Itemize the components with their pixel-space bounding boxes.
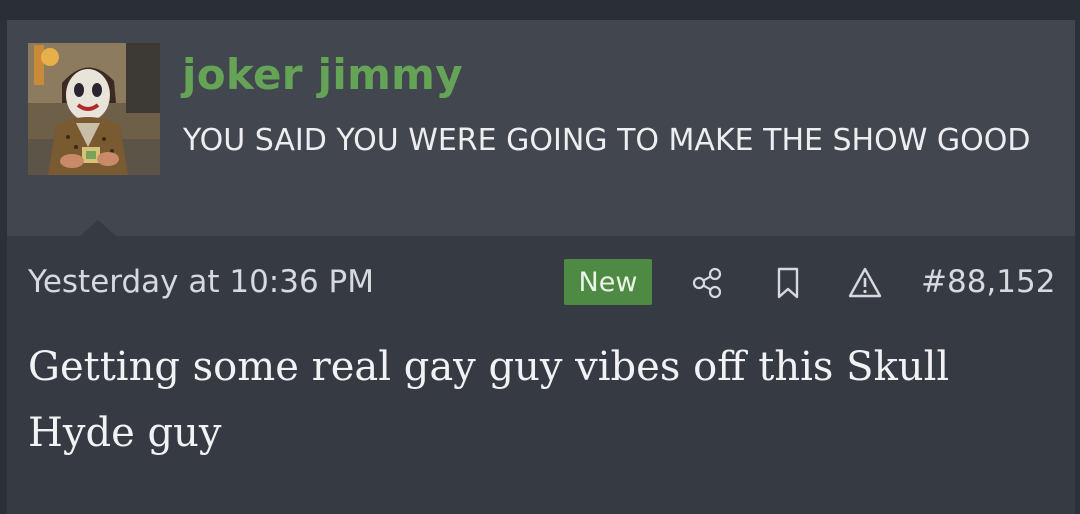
avatar[interactable] xyxy=(28,43,160,175)
top-strip xyxy=(0,0,1080,20)
new-badge: New xyxy=(564,259,652,305)
username[interactable]: joker jimmy xyxy=(182,50,463,100)
bookmark-icon[interactable] xyxy=(770,265,806,301)
post-meta-row: Yesterday at 10:36 PM New #88,152 xyxy=(7,256,1075,312)
forum-post: joker jimmy YOU SAID YOU WERE GOING TO M… xyxy=(7,20,1075,514)
message-body: Getting some real gay guy vibes off this… xyxy=(28,344,950,456)
avatar-image xyxy=(28,43,160,175)
user-title: YOU SAID YOU WERE GOING TO MAKE THE SHOW… xyxy=(183,123,1031,158)
report-icon[interactable] xyxy=(847,265,883,301)
post-timestamp[interactable]: Yesterday at 10:36 PM xyxy=(28,264,374,300)
share-icon[interactable] xyxy=(689,265,725,301)
post-number[interactable]: #88,152 xyxy=(921,264,1055,300)
author-header: joker jimmy YOU SAID YOU WERE GOING TO M… xyxy=(7,20,1075,236)
header-pointer xyxy=(80,220,116,236)
